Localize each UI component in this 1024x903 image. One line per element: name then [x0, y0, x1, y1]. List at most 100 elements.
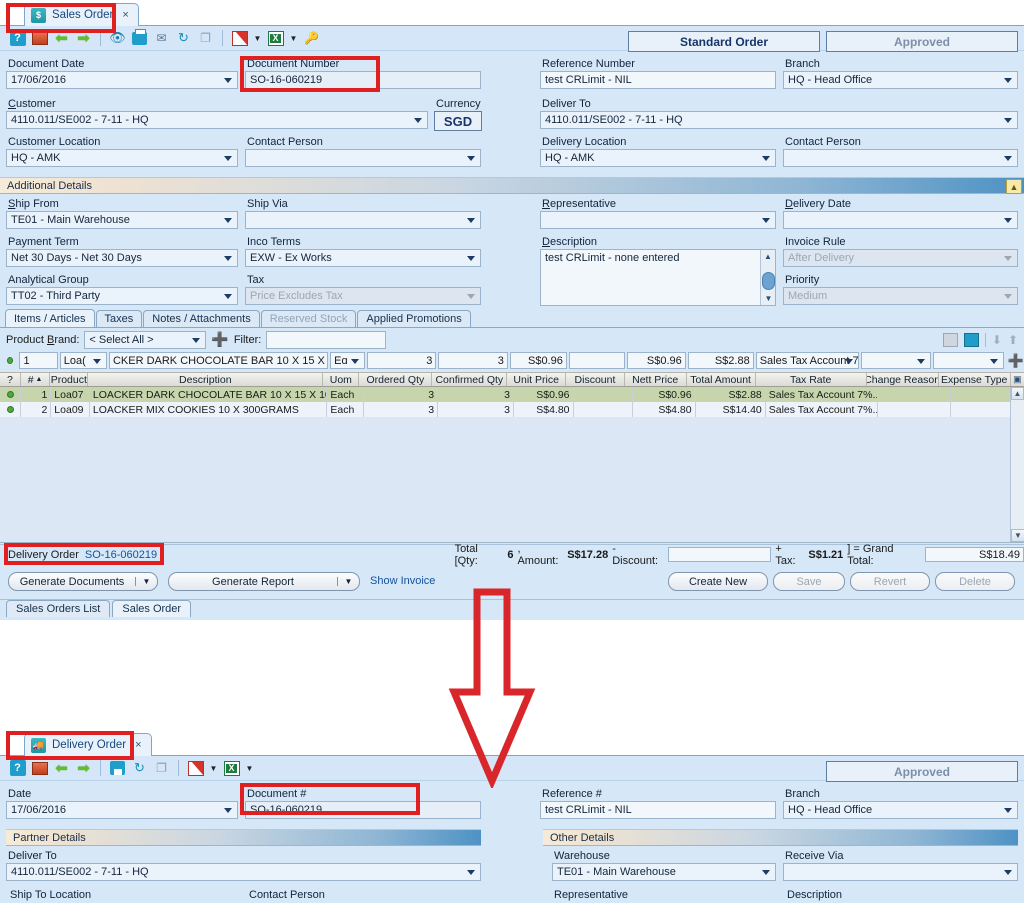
col-status[interactable]: ?: [0, 373, 21, 386]
page-tab-sales-order[interactable]: Sales Order: [112, 600, 192, 617]
edit-product-select[interactable]: Loa(: [59, 352, 107, 369]
warehouse-select[interactable]: TE01 - Main Warehouse: [552, 863, 776, 881]
delivery-location-select[interactable]: HQ - AMK: [540, 149, 776, 167]
preview-icon[interactable]: 👁: [108, 29, 127, 48]
tab-applied-promotions[interactable]: Applied Promotions: [357, 310, 471, 327]
delivery-date-input[interactable]: [783, 211, 1018, 229]
col-discount[interactable]: Discount: [566, 373, 625, 386]
email-icon[interactable]: ✉: [152, 29, 171, 48]
export-pdf-dropdown-icon[interactable]: ▼: [252, 29, 263, 47]
copy-icon[interactable]: ❐: [196, 29, 215, 48]
create-new-button[interactable]: Create New: [668, 572, 768, 591]
export-pdf-icon[interactable]: [186, 759, 205, 778]
product-brand-select[interactable]: < Select All >: [84, 330, 207, 349]
export-excel-icon[interactable]: X: [266, 29, 285, 48]
delivery-deliver-to-select[interactable]: 4110.011/SE002 - 7-11 - HQ: [6, 863, 481, 881]
contact-person-2-select[interactable]: [783, 149, 1018, 167]
edit-total-amount[interactable]: S$2.88: [687, 352, 754, 369]
customer-location-select[interactable]: HQ - AMK: [6, 149, 238, 167]
help-icon[interactable]: ?: [8, 29, 27, 48]
close-icon[interactable]: ×: [122, 9, 128, 21]
tab-taxes[interactable]: Taxes: [95, 310, 143, 327]
grid-view-icon[interactable]: [30, 29, 49, 48]
description-textarea[interactable]: test CRLimit - none entered: [541, 250, 775, 266]
col-nett-price[interactable]: Nett Price: [625, 373, 687, 386]
edit-nett-price[interactable]: S$0.96: [626, 352, 686, 369]
export-excel-icon[interactable]: X: [222, 759, 241, 778]
scroll-down-icon[interactable]: ▼: [761, 292, 776, 305]
col-uom[interactable]: Uom: [323, 373, 360, 386]
copy-icon[interactable]: ❐: [152, 759, 171, 778]
move-up-icon[interactable]: ⬆: [1008, 333, 1018, 347]
delivery-reference-input[interactable]: test CRLimit - NIL: [540, 801, 776, 819]
refresh-icon[interactable]: ↻: [174, 29, 193, 48]
edit-uom-select[interactable]: Eɑ: [330, 352, 365, 369]
approval-status-badge[interactable]: Approved: [826, 31, 1018, 52]
permissions-icon[interactable]: 🔑: [302, 29, 321, 48]
export-pdf-icon[interactable]: [230, 29, 249, 48]
filter-input[interactable]: [266, 330, 387, 349]
delivery-order-document-tab[interactable]: 🚚 Delivery Order ×: [24, 733, 152, 756]
next-record-icon[interactable]: ➡: [74, 29, 93, 48]
edit-expense-type-select[interactable]: [933, 352, 1004, 369]
inco-terms-select[interactable]: EXW - Ex Works: [245, 249, 481, 267]
scroll-up-icon[interactable]: ▲: [761, 250, 775, 263]
table-row[interactable]: 1 Loa07 LOACKER DARK CHOCOLATE BAR 10 X …: [0, 387, 1024, 402]
export-excel-dropdown-icon[interactable]: ▼: [244, 759, 255, 777]
col-unit-price[interactable]: Unit Price: [507, 373, 567, 386]
edit-tax-rate-select[interactable]: Sales Tax Account 7: [755, 352, 860, 369]
page-tab-sales-orders-list[interactable]: Sales Orders List: [6, 600, 111, 617]
previous-record-icon[interactable]: ⬅: [52, 759, 71, 778]
delivery-branch-select[interactable]: HQ - Head Office: [783, 801, 1018, 819]
representative-select[interactable]: [540, 211, 776, 229]
deliver-to-select[interactable]: 4110.011/SE002 - 7-11 - HQ: [540, 111, 1018, 129]
edit-unit-price[interactable]: S$0.96: [509, 352, 567, 369]
move-down-icon[interactable]: ⬇: [992, 333, 1002, 347]
col-ordered-qty[interactable]: Ordered Qty: [359, 373, 433, 386]
close-icon[interactable]: ×: [135, 739, 141, 751]
sales-order-document-tab[interactable]: $ Sales Order ×: [24, 3, 139, 26]
col-confirmed-qty[interactable]: Confirmed Qty: [432, 373, 508, 386]
next-record-icon[interactable]: ➡: [74, 759, 93, 778]
import-icon[interactable]: [942, 332, 958, 347]
col-tax-rate[interactable]: Tax Rate: [756, 373, 867, 386]
export-excel-dropdown-icon[interactable]: ▼: [288, 29, 299, 47]
edit-discount[interactable]: [568, 352, 625, 369]
col-description[interactable]: Description: [88, 373, 324, 386]
customer-select[interactable]: 4110.011/SE002 - 7-11 - HQ: [6, 111, 428, 129]
add-row-icon[interactable]: ➕: [1008, 353, 1024, 369]
discount-input[interactable]: [667, 547, 772, 562]
refresh-icon[interactable]: ↻: [130, 759, 149, 778]
delivery-order-link[interactable]: SO-16-060219: [85, 549, 157, 561]
receive-via-select[interactable]: [783, 863, 1018, 881]
edit-change-reason-select[interactable]: [861, 352, 932, 369]
scroll-thumb[interactable]: [762, 272, 775, 290]
col-expense-type[interactable]: Expense Type: [939, 373, 1011, 386]
order-type-badge[interactable]: Standard Order: [628, 31, 820, 52]
contact-person-select[interactable]: [245, 149, 481, 167]
tab-items-articles[interactable]: Items / Articles: [5, 309, 95, 327]
document-number-input[interactable]: SO-16-060219: [245, 71, 481, 89]
delivery-date-input[interactable]: 17/06/2016: [6, 801, 238, 819]
reference-number-input[interactable]: test CRLimit - NIL: [540, 71, 776, 89]
grid-view-icon[interactable]: [30, 759, 49, 778]
print-icon[interactable]: [130, 28, 149, 48]
col-change-reason[interactable]: Change Reason: [867, 373, 939, 386]
show-invoice-link[interactable]: Show Invoice: [370, 575, 435, 587]
payment-term-select[interactable]: Net 30 Days - Net 30 Days: [6, 249, 238, 267]
grid-scroll-up-icon[interactable]: ▲: [1011, 387, 1024, 400]
edit-ordered-qty[interactable]: 3: [366, 352, 437, 369]
edit-line-number[interactable]: 1: [19, 352, 58, 369]
edit-description-input[interactable]: CKER DARK CHOCOLATE BAR 10 X 15 X 100GRA…: [108, 352, 329, 369]
generate-documents-dropdown-icon[interactable]: ▼: [135, 577, 157, 586]
help-icon[interactable]: ?: [8, 759, 27, 778]
grid-scroll-down-icon[interactable]: ▼: [1011, 529, 1024, 542]
col-number[interactable]: # ▲: [21, 373, 51, 386]
document-date-input[interactable]: 17/06/2016: [6, 71, 238, 89]
ship-from-select[interactable]: TE01 - Main Warehouse: [6, 211, 238, 229]
edit-confirmed-qty[interactable]: 3: [438, 352, 508, 369]
table-row[interactable]: 2 Loa09 LOACKER MIX COOKIES 10 X 300GRAM…: [0, 402, 1024, 417]
generate-documents-button[interactable]: Generate Documents ▼: [8, 572, 158, 591]
plus-icon[interactable]: ➕: [211, 331, 228, 348]
column-chooser-icon[interactable]: ▣: [1011, 373, 1024, 386]
